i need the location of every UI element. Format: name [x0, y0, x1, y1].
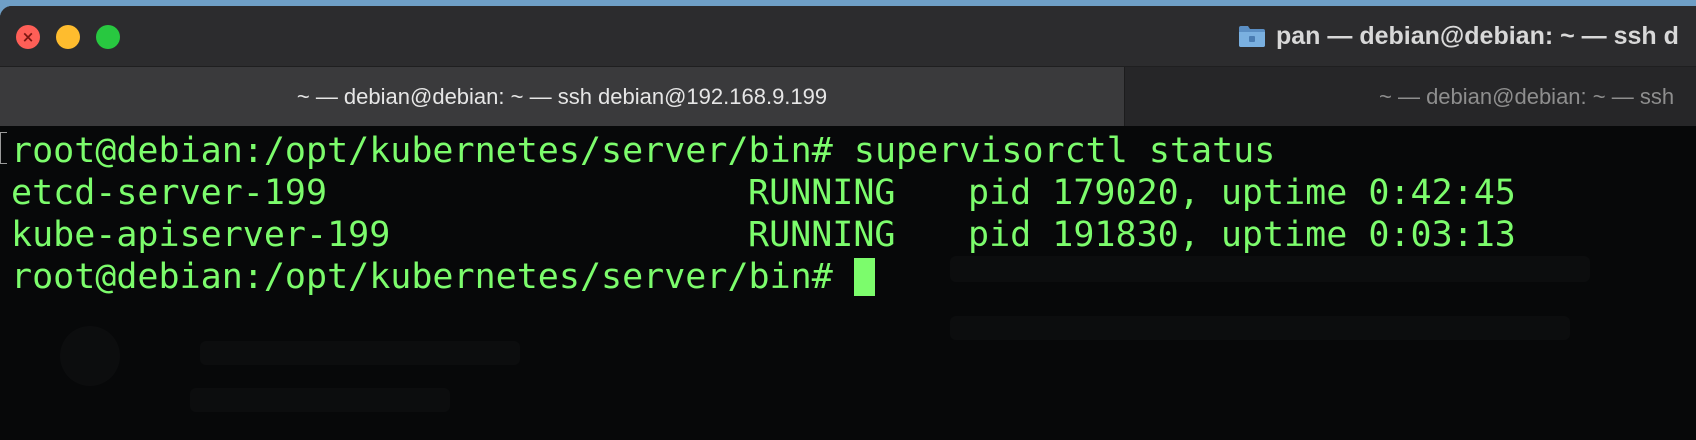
current-prompt-line: root@debian:/opt/kubernetes/server/bin#	[11, 256, 875, 298]
close-window-button[interactable]: ×	[16, 25, 40, 49]
mark-bracket	[0, 132, 7, 164]
close-icon: ×	[21, 28, 35, 46]
window-title: pan — debian@debian: ~ — ssh d	[1238, 21, 1679, 51]
terminal-window: × pan — debian@debian: ~ — ssh d ~ — deb…	[0, 6, 1696, 440]
prompt: root@debian:/opt/kubernetes/server/bin#	[11, 131, 854, 171]
tab-bar: ~ — debian@debian: ~ — ssh debian@192.16…	[0, 66, 1696, 127]
process-info: pid 179020, uptime 0:42:45	[968, 173, 1516, 213]
terminal-output[interactable]: root@debian:/opt/kubernetes/server/bin# …	[0, 126, 1696, 440]
folder-icon	[1239, 26, 1265, 47]
minimize-window-button[interactable]	[56, 25, 80, 49]
title-bar[interactable]: × pan — debian@debian: ~ — ssh d	[0, 6, 1696, 66]
command-line: root@debian:/opt/kubernetes/server/bin# …	[11, 130, 1275, 172]
tab-ssh-inactive[interactable]: ~ — debian@debian: ~ — ssh	[1124, 67, 1696, 126]
process-name: kube-apiserver-199	[11, 215, 391, 255]
prompt: root@debian:/opt/kubernetes/server/bin#	[11, 257, 854, 297]
process-name: etcd-server-199	[11, 173, 328, 213]
process-info: pid 191830, uptime 0:03:13	[968, 215, 1516, 255]
process-row: kube-apiserver-199 RUNNING pid 191830, upt…	[11, 214, 1516, 256]
process-row: etcd-server-199 RUNNING pid 179020, uptime…	[11, 172, 1516, 214]
process-state: RUNNING	[748, 173, 896, 213]
command-text: supervisorctl status	[853, 131, 1276, 171]
tab-ssh-active[interactable]: ~ — debian@debian: ~ — ssh debian@192.16…	[0, 67, 1124, 126]
window-title-text: pan — debian@debian: ~ — ssh d	[1276, 22, 1679, 50]
process-state: RUNNING	[748, 215, 896, 255]
maximize-window-button[interactable]	[96, 25, 120, 49]
text-cursor	[853, 258, 875, 296]
